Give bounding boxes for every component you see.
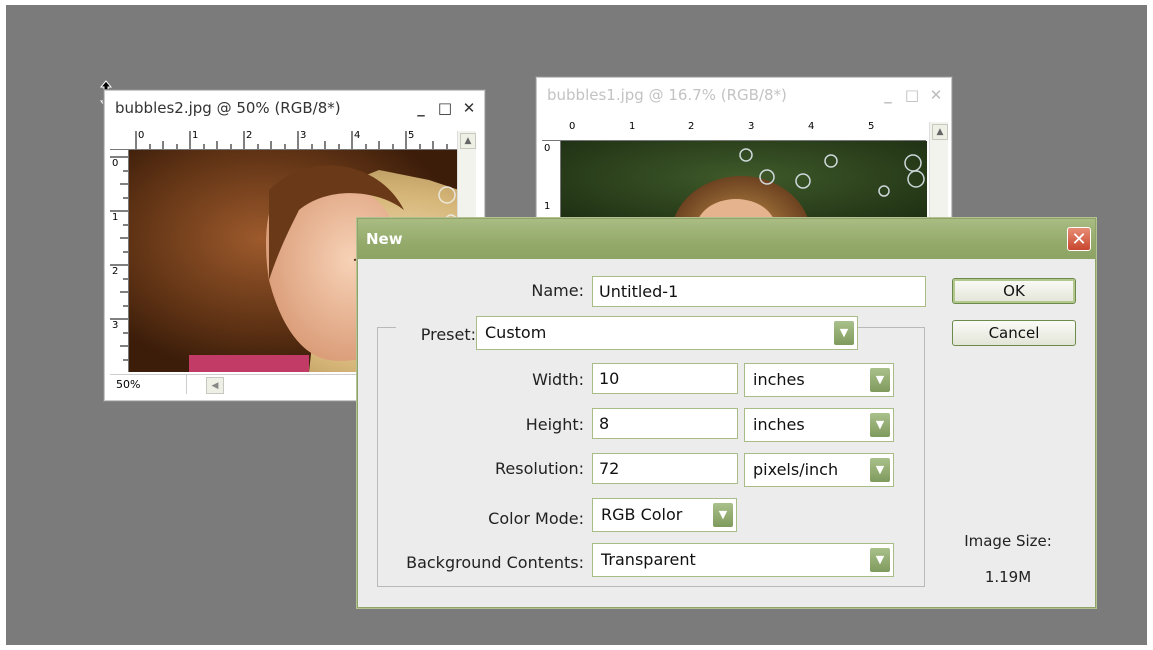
close-icon[interactable]: ✕: [462, 99, 476, 117]
ruler-ticks: [135, 131, 448, 149]
new-document-dialog: New ✕ Name: Untitled-1 Preset: Custom ▼ …: [357, 218, 1096, 608]
close-icon[interactable]: ✕: [929, 86, 943, 104]
preset-value: Custom: [485, 323, 547, 342]
ruler-label: 1: [544, 201, 551, 212]
ruler-label: 0: [569, 121, 576, 132]
resolution-label: Resolution:: [495, 459, 584, 478]
width-label: Width:: [532, 370, 584, 389]
dialog-title-bar[interactable]: New: [358, 219, 1095, 259]
ruler-label: 1: [629, 121, 636, 132]
height-unit-value: inches: [753, 415, 805, 434]
zoom-level-field[interactable]: 50%: [110, 375, 187, 394]
color-mode-value: RGB Color: [601, 505, 683, 524]
ruler-label: 2: [688, 121, 695, 132]
chevron-down-icon[interactable]: ▼: [870, 368, 890, 392]
ok-button[interactable]: OK: [952, 278, 1076, 304]
ruler-horizontal: 0 1 2 3 4 5: [542, 121, 926, 141]
scroll-up-arrow-icon[interactable]: ▲: [460, 133, 476, 149]
chevron-down-icon[interactable]: ▼: [870, 458, 890, 482]
image-size-label: Image Size:: [964, 532, 1052, 550]
ruler-label: 0: [544, 143, 551, 154]
ruler-ticks: [110, 156, 128, 361]
document-window-bubbles1[interactable]: bubbles1.jpg @ 16.7% (RGB/8*) _ □ ✕ 0 1 …: [536, 77, 952, 239]
preset-label: Preset:: [396, 325, 476, 344]
chevron-down-icon[interactable]: ▼: [713, 503, 733, 527]
maximize-icon[interactable]: □: [905, 86, 919, 104]
color-mode-label: Color Mode:: [488, 509, 584, 528]
resolution-unit-value: pixels/inch: [753, 460, 839, 479]
ruler-label: 5: [868, 121, 875, 132]
chevron-down-icon[interactable]: ▼: [870, 548, 890, 572]
name-field[interactable]: Untitled-1: [592, 276, 926, 307]
background-contents-label: Background Contents:: [406, 553, 584, 572]
width-unit-value: inches: [753, 370, 805, 389]
color-mode-select[interactable]: RGB Color ▼: [592, 498, 737, 532]
ruler-vertical: 0 1 2 3: [110, 150, 129, 372]
name-label: Name:: [531, 281, 584, 300]
chevron-down-icon[interactable]: ▼: [870, 413, 890, 437]
scroll-up-arrow-icon[interactable]: ▲: [932, 124, 948, 140]
resolution-unit-select[interactable]: pixels/inch ▼: [744, 453, 894, 487]
background-contents-select[interactable]: Transparent ▼: [592, 543, 894, 577]
close-icon[interactable]: ✕: [1067, 227, 1091, 251]
height-label: Height:: [525, 415, 584, 434]
cancel-button[interactable]: Cancel: [952, 320, 1076, 346]
dialog-title: New: [366, 230, 403, 248]
maximize-icon[interactable]: □: [438, 99, 452, 117]
minimize-icon[interactable]: _: [414, 99, 428, 117]
scroll-left-arrow-icon[interactable]: ◀: [206, 377, 224, 394]
ruler-horizontal: 0 1 2 3 4 5: [110, 130, 460, 150]
vertical-scrollbar[interactable]: ▲: [929, 122, 948, 232]
width-field[interactable]: 10: [592, 363, 738, 394]
ruler-label: 4: [808, 121, 815, 132]
resolution-field[interactable]: 72: [592, 453, 738, 484]
image-size-value: 1.19M: [984, 568, 1032, 586]
chevron-down-icon[interactable]: ▼: [834, 321, 854, 345]
minimize-icon[interactable]: _: [881, 86, 895, 104]
height-field[interactable]: 8: [592, 408, 738, 439]
ruler-label: 3: [748, 121, 755, 132]
preset-select[interactable]: Custom ▼: [476, 316, 858, 350]
width-unit-select[interactable]: inches ▼: [744, 363, 894, 397]
height-unit-select[interactable]: inches ▼: [744, 408, 894, 442]
background-contents-value: Transparent: [601, 550, 696, 569]
